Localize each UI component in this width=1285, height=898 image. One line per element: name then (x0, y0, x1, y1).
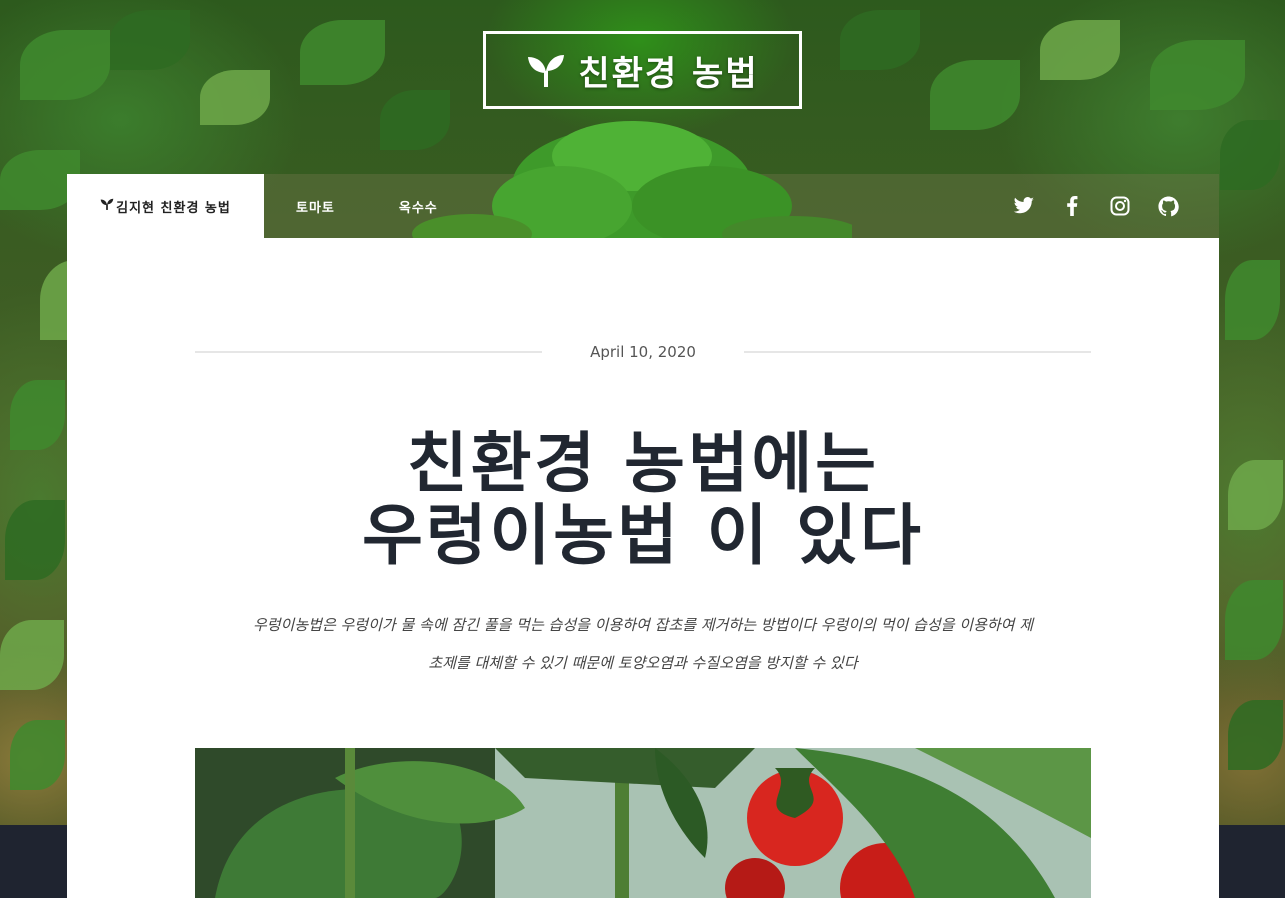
tomato-plant-image (195, 748, 1091, 898)
twitter-icon[interactable] (1013, 195, 1035, 217)
site-logo[interactable]: 친환경 농법 (483, 31, 802, 109)
nav-item-tomato[interactable]: 토마토 (264, 174, 367, 238)
post-card: April 10, 2020 친환경 농법에는 우렁이농법 이 있다 우렁이농법… (67, 238, 1219, 898)
tree-image (412, 116, 852, 238)
facebook-icon[interactable] (1061, 195, 1083, 217)
page: 친환경 농법 김지현 친환경 농법 토마토 옥수수 April 10, 2020… (0, 0, 1285, 898)
instagram-icon[interactable] (1109, 195, 1131, 217)
post-subtitle: 우렁이농법은 우렁이가 물 속에 잠긴 풀을 먹는 습성을 이용하여 잡초를 제… (195, 606, 1091, 682)
nav-item-corn[interactable]: 옥수수 (367, 174, 470, 238)
sprout-icon (526, 53, 566, 87)
nav-bar: 김지현 친환경 농법 토마토 옥수수 (67, 121, 1219, 238)
post-title: 친환경 농법에는 우렁이농법 이 있다 (195, 428, 1091, 572)
github-icon[interactable] (1157, 195, 1179, 217)
social-links (1013, 195, 1219, 217)
divider (195, 351, 543, 353)
post-date: April 10, 2020 (590, 343, 696, 361)
nav-item-label: 토마토 (296, 200, 335, 216)
nav-item-label: 옥수수 (398, 200, 438, 216)
post-title-line: 우렁이농법 이 있다 (362, 497, 924, 574)
post-date-row: April 10, 2020 (195, 343, 1092, 361)
nav-item-home[interactable]: 김지현 친환경 농법 (67, 174, 264, 238)
post-title-line: 친환경 농법에는 (406, 425, 880, 502)
logo-text: 친환경 농법 (578, 53, 759, 94)
nav-item-label: 김지현 친환경 농법 (116, 200, 231, 216)
sprout-icon (100, 198, 114, 214)
divider (743, 351, 1092, 353)
post-subtitle-line: 우렁이농법은 우렁이가 물 속에 잠긴 풀을 먹는 습성을 이용하여 잡초를 제… (252, 616, 1034, 634)
post-subtitle-line: 초제를 대체할 수 있기 때문에 토양오염과 수질오염을 방지할 수 있다 (428, 654, 858, 672)
